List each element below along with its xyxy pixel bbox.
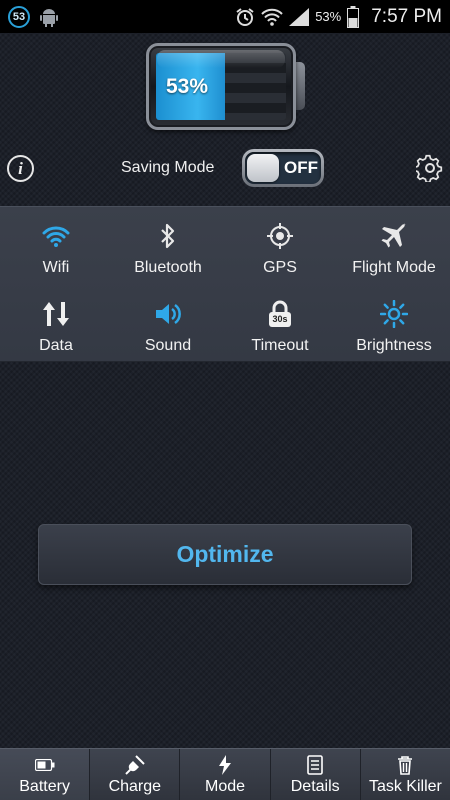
toggle-label: Wifi xyxy=(42,259,70,276)
brightness-icon xyxy=(380,300,408,328)
timeout-badge: 30s xyxy=(272,314,288,324)
battery-icon xyxy=(34,759,55,771)
wifi-icon xyxy=(42,226,70,247)
android-icon xyxy=(40,8,58,27)
nav-charge[interactable]: Charge xyxy=(90,749,181,800)
nav-mode[interactable]: Mode xyxy=(180,749,271,800)
toggle-brightness[interactable]: Brightness xyxy=(338,287,450,359)
status-time: 7:57 PM xyxy=(371,5,442,27)
battery-icon xyxy=(347,5,360,28)
nav-label: Mode xyxy=(204,778,246,795)
alarm-icon xyxy=(236,7,254,26)
data-icon xyxy=(43,302,69,326)
toggle-wifi[interactable]: Wifi xyxy=(0,209,112,281)
nav-battery[interactable]: Battery xyxy=(0,749,91,800)
toggle-label: Bluetooth xyxy=(134,259,202,276)
sound-icon xyxy=(156,303,181,325)
nav-label: Task Killer xyxy=(368,778,442,795)
toggle-track: OFF xyxy=(245,152,321,184)
battery-terminal xyxy=(296,62,305,110)
battery-gauge: 53% xyxy=(146,43,296,130)
trash-icon xyxy=(398,756,413,775)
nav-label: Details xyxy=(290,778,340,795)
wifi-icon xyxy=(261,8,283,26)
toggle-flight-mode[interactable]: Flight Mode xyxy=(338,209,450,281)
status-bar: 53 53% 7:57 PM xyxy=(0,0,450,33)
plug-icon xyxy=(125,755,145,775)
bolt-icon xyxy=(219,755,231,775)
toggle-data[interactable]: Data xyxy=(0,287,112,359)
bluetooth-icon xyxy=(161,223,175,249)
toggle-label: Flight Mode xyxy=(352,259,436,276)
nav-task-killer[interactable]: Task Killer xyxy=(361,749,450,800)
bottom-nav: Battery Charge Mode Details Task Killer xyxy=(0,748,450,800)
battery-percent-text: 53% xyxy=(315,9,342,24)
info-icon[interactable]: i xyxy=(7,155,34,182)
nav-details[interactable]: Details xyxy=(271,749,361,800)
toggle-label: Brightness xyxy=(356,337,432,354)
optimize-button[interactable]: Optimize xyxy=(38,524,412,585)
app-badge-icon: 53 xyxy=(8,5,30,28)
toggle-timeout[interactable]: 30s Timeout xyxy=(224,287,336,359)
toggle-label: Data xyxy=(39,337,73,354)
toggle-gps[interactable]: GPS xyxy=(224,209,336,281)
saving-mode-label: Saving Mode xyxy=(121,159,215,176)
gps-icon xyxy=(267,223,293,249)
toggle-label: Timeout xyxy=(251,337,309,354)
toggle-label: GPS xyxy=(263,259,297,276)
nav-label: Battery xyxy=(19,778,70,795)
quick-toggles-panel: Wifi Bluetooth GPS Flight Mode Data Soun… xyxy=(0,206,450,362)
battery-gloss xyxy=(157,50,285,68)
toggle-bluetooth[interactable]: Bluetooth xyxy=(112,209,224,281)
toggle-knob xyxy=(247,154,279,182)
signal-icon xyxy=(289,7,310,26)
toggle-state-text: OFF xyxy=(284,158,318,177)
toggle-sound[interactable]: Sound xyxy=(112,287,224,359)
toggle-label: Sound xyxy=(144,337,192,354)
gear-icon[interactable] xyxy=(416,154,444,182)
saving-mode-toggle[interactable]: OFF xyxy=(242,149,324,187)
list-icon xyxy=(307,755,324,775)
airplane-icon xyxy=(381,223,406,248)
nav-label: Charge xyxy=(108,778,162,795)
